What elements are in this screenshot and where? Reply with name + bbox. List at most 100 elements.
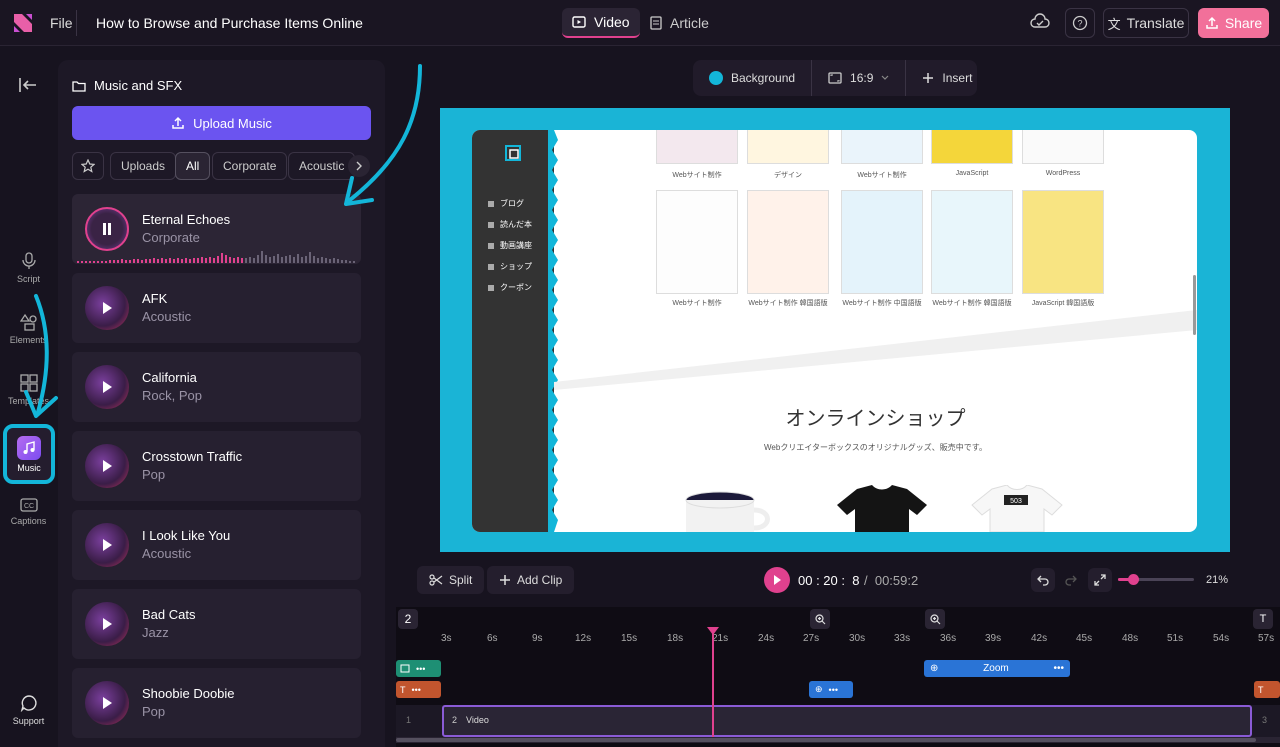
undo-button[interactable] <box>1031 568 1055 592</box>
insert-label: Insert <box>942 71 973 85</box>
time-tick: 54s <box>1213 633 1230 644</box>
time-tick: 6s <box>487 633 498 644</box>
mug-image <box>685 491 770 532</box>
preview-scrollbar[interactable] <box>1193 275 1196 335</box>
zoom-in-icon: ⊕ <box>815 684 823 694</box>
time-tick: 42s <box>1031 633 1048 644</box>
background-button[interactable]: Background <box>693 60 813 96</box>
book-cover <box>656 130 738 164</box>
playhead[interactable] <box>712 627 714 737</box>
book-caption: Webサイト制作 韓国語版 <box>748 300 828 307</box>
time-tick: 33s <box>894 633 911 644</box>
expand-icon <box>1094 574 1106 586</box>
more-icon[interactable]: ••• <box>829 685 838 695</box>
aspect-ratio-icon <box>828 72 842 84</box>
time-tick: 12s <box>575 633 592 644</box>
fullscreen-button[interactable] <box>1088 568 1112 592</box>
text-icon: T <box>400 684 406 695</box>
text-clip[interactable]: T <box>1254 681 1280 698</box>
scissors-icon <box>429 574 443 586</box>
image-clip[interactable]: ••• <box>396 660 441 677</box>
plus-icon <box>500 575 510 585</box>
shop-subtitle: Webクリエイターボックスのオリジナルグッズ、販売中です。 <box>764 443 987 452</box>
book-caption: デザイン <box>774 172 802 179</box>
book-cover <box>931 190 1013 294</box>
preview-sidenav: ブログ 読んだ本 動画講座 ショップ クーポン <box>472 130 554 532</box>
zoom-in-icon <box>929 613 940 624</box>
play-button[interactable] <box>764 567 790 593</box>
time-tick: 45s <box>1076 633 1093 644</box>
time-tick: 9s <box>532 633 543 644</box>
time-tick: 3s <box>441 633 452 644</box>
zoom-clip-small[interactable]: ⊕ ••• <box>809 681 853 698</box>
nav-label: ブログ <box>500 199 524 208</box>
chevron-down-icon <box>881 75 889 80</box>
time-tick: 15s <box>621 633 638 644</box>
timeline-badge[interactable]: 2 <box>398 609 418 629</box>
zoom-in-icon <box>814 613 825 624</box>
book-caption: Webサイト制作 <box>672 172 722 179</box>
video-clip[interactable]: 2 Video <box>442 705 1252 737</box>
zoom-slider-handle[interactable] <box>1128 574 1139 585</box>
time-tick: 57s <box>1258 633 1275 644</box>
zoom-clip-label: Zoom <box>983 663 1009 674</box>
zoom-clip[interactable]: ⊕ Zoom ••• <box>924 660 1070 677</box>
aspect-ratio-dropdown[interactable]: 16:9 <box>812 60 907 96</box>
video-clip-label: Video <box>466 715 489 725</box>
book-caption: Webサイト制作 <box>672 300 722 307</box>
svg-text:503: 503 <box>1010 498 1022 505</box>
background-label: Background <box>731 71 796 85</box>
text-icon: T <box>1258 684 1264 695</box>
zoom-marker[interactable] <box>925 609 945 629</box>
zoom-marker[interactable] <box>810 609 830 629</box>
time-tick: 18s <box>667 633 684 644</box>
book-cover <box>747 130 829 164</box>
nav-label: ショップ <box>500 262 532 271</box>
white-tshirt-image: 503 <box>971 485 1063 532</box>
add-clip-button[interactable]: Add Clip <box>487 566 575 594</box>
book-caption: Webサイト制作 <box>857 172 907 179</box>
time-tick: 24s <box>758 633 775 644</box>
clip-index: 2 <box>452 715 458 725</box>
shop-title: オンラインショップ <box>785 406 966 430</box>
playhead-handle[interactable] <box>707 627 719 635</box>
more-icon[interactable]: ••• <box>1053 663 1064 674</box>
book-caption: JavaScript <box>955 170 989 177</box>
add-clip-label: Add Clip <box>517 573 563 587</box>
plus-icon <box>923 73 934 83</box>
diagonal-band <box>554 310 1197 390</box>
insert-button[interactable]: Insert <box>906 60 988 96</box>
scrollbar-thumb[interactable] <box>396 738 1256 742</box>
redo-icon <box>1065 575 1077 586</box>
timeline[interactable]: 2 T 3s 6s 9s 12s 15s 18s 21s 24s 27s 30s… <box>396 607 1280 747</box>
time-tick: 30s <box>849 633 866 644</box>
total-time: / 00:59:2 <box>864 573 919 588</box>
more-icon[interactable]: ••• <box>412 685 421 695</box>
timeline-scrollbar[interactable] <box>396 737 1280 743</box>
more-icon[interactable]: ••• <box>416 664 425 674</box>
book-cover <box>747 190 829 294</box>
ratio-label: 16:9 <box>850 71 874 85</box>
nav-label: 動画講座 <box>500 241 532 250</box>
color-swatch <box>709 71 723 85</box>
nav-label: クーポン <box>500 283 532 292</box>
time-tick: 39s <box>985 633 1002 644</box>
book-cover <box>841 190 923 294</box>
redo-button[interactable] <box>1059 568 1083 592</box>
zoom-slider[interactable] <box>1118 574 1194 585</box>
preview-nav-item: 読んだ本 <box>488 219 532 230</box>
preview-nav-item: クーポン <box>488 282 532 293</box>
preview-nav-item: ショップ <box>488 261 532 272</box>
book-cover <box>841 130 923 164</box>
clip-index: 3 <box>1262 715 1268 725</box>
split-button[interactable]: Split <box>417 566 485 594</box>
undo-icon <box>1037 575 1049 586</box>
nav-label: 読んだ本 <box>500 220 532 229</box>
text-clip[interactable]: T ••• <box>396 681 441 698</box>
split-label: Split <box>449 573 473 587</box>
black-tshirt-image <box>837 485 927 532</box>
zoom-percent: 21% <box>1206 574 1229 586</box>
text-marker[interactable]: T <box>1253 609 1273 629</box>
time-tick: 51s <box>1167 633 1184 644</box>
time-tick: 36s <box>940 633 957 644</box>
